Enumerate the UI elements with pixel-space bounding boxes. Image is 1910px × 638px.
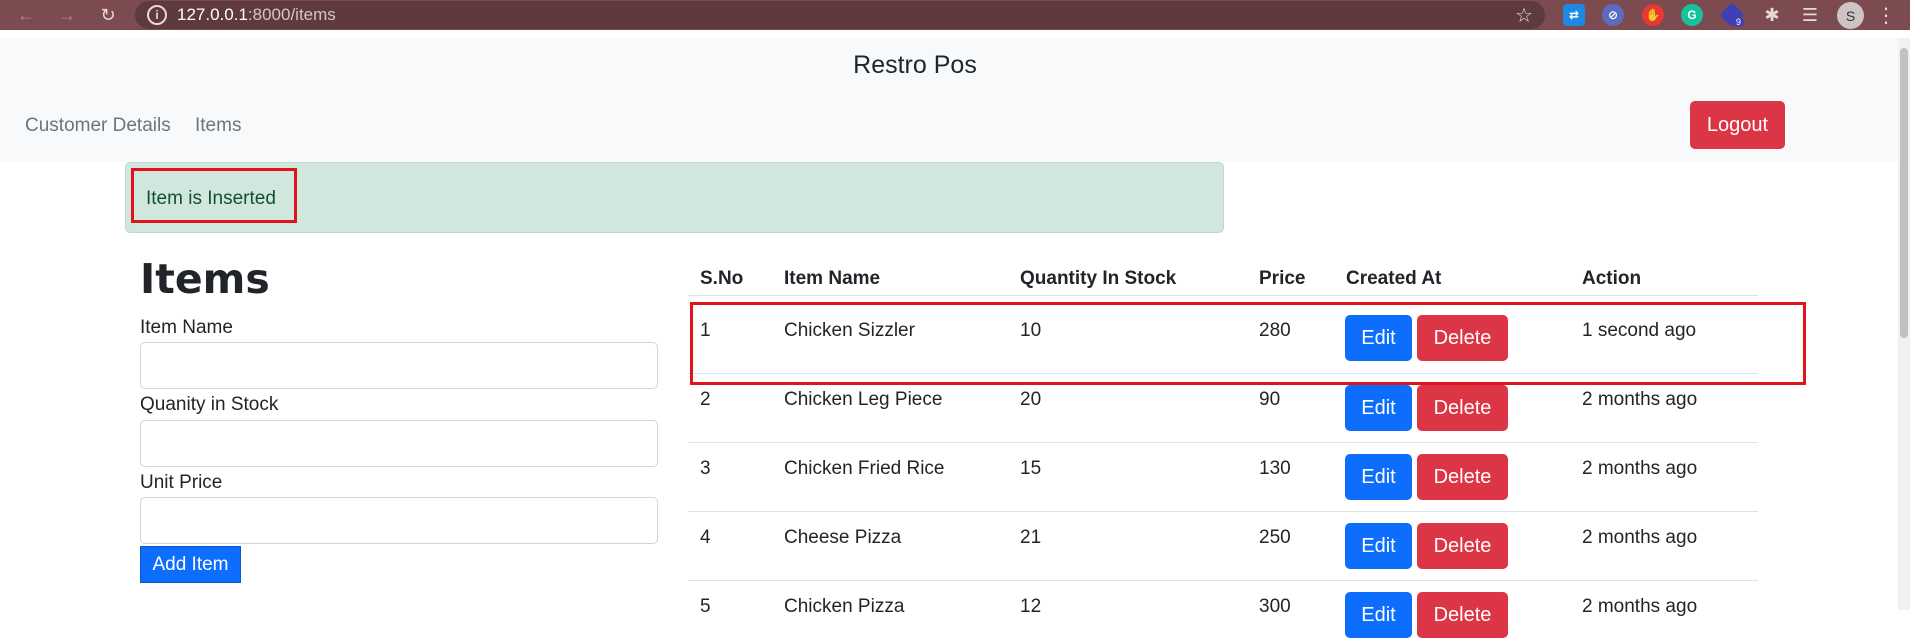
browser-toolbar: ← → ↻ i 127.0.0.1:8000/items ☆ ⇄ ⊘ ✋ G 9…	[0, 0, 1910, 30]
extension-translate-icon[interactable]: ⇄	[1563, 4, 1585, 26]
url-text[interactable]: 127.0.0.1:8000/items	[177, 5, 336, 25]
add-item-button[interactable]: Add Item	[140, 546, 241, 583]
delete-button[interactable]: Delete	[1417, 454, 1508, 500]
back-icon[interactable]: ←	[12, 1, 40, 29]
cell-sno: 2	[700, 389, 711, 410]
table-header-divider	[688, 295, 1758, 296]
nav-link-customer-details[interactable]: Customer Details	[25, 115, 171, 137]
header-sno: S.No	[700, 268, 744, 289]
logout-button[interactable]: Logout	[1690, 101, 1785, 149]
forward-icon[interactable]: →	[53, 1, 81, 29]
browser-menu-icon[interactable]: ⋮	[1876, 3, 1896, 28]
annotation-highlight-row	[690, 302, 1806, 385]
cell-created-at: 2 months ago	[1582, 527, 1698, 548]
header-item-name: Item Name	[784, 268, 881, 289]
cell-item-name: Chicken Fried Rice	[784, 458, 945, 479]
page-scrollbar[interactable]	[1898, 38, 1910, 610]
header-action: Action	[1582, 268, 1642, 289]
extension-stop-icon[interactable]: ✋	[1642, 4, 1664, 26]
cell-sno: 5	[700, 596, 711, 617]
cell-price: 130	[1259, 458, 1291, 479]
header-created-at: Created At	[1346, 268, 1442, 289]
site-info-icon[interactable]: i	[147, 5, 167, 25]
annotation-highlight-alert	[131, 168, 297, 223]
delete-button[interactable]: Delete	[1417, 592, 1508, 638]
cell-price: 250	[1259, 527, 1291, 548]
edit-button[interactable]: Edit	[1345, 454, 1412, 500]
cell-created-at: 2 months ago	[1582, 389, 1698, 410]
cell-item-name: Cheese Pizza	[784, 527, 902, 548]
unit-price-label: Unit Price	[140, 472, 223, 493]
item-name-input[interactable]	[140, 342, 658, 389]
cell-sno: 3	[700, 458, 711, 479]
extensions-puzzle-icon[interactable]: ✱	[1761, 4, 1783, 26]
extension-badge: 9	[1733, 17, 1745, 27]
header-quantity: Quantity In Stock	[1020, 268, 1177, 289]
cell-created-at: 2 months ago	[1582, 596, 1698, 617]
top-navbar: Restro Pos Customer Details Items Logout	[0, 38, 1898, 162]
cell-created-at: 2 months ago	[1582, 458, 1698, 479]
edit-button[interactable]: Edit	[1345, 523, 1412, 569]
edit-button[interactable]: Edit	[1345, 592, 1412, 638]
profile-avatar[interactable]: S	[1837, 2, 1864, 29]
item-name-label: Item Name	[140, 317, 233, 338]
header-price: Price	[1259, 268, 1306, 289]
cell-price: 90	[1259, 389, 1281, 410]
cell-price: 300	[1259, 596, 1291, 617]
cell-item-name: Chicken Pizza	[784, 596, 905, 617]
form-title: Items	[140, 255, 270, 303]
quantity-input[interactable]	[140, 420, 658, 467]
extension-block-icon[interactable]: ⊘	[1602, 4, 1624, 26]
address-bar[interactable]: i 127.0.0.1:8000/items ☆	[135, 1, 1545, 29]
brand-title[interactable]: Restro Pos	[0, 51, 1830, 80]
unit-price-input[interactable]	[140, 497, 658, 544]
scrollbar-thumb[interactable]	[1900, 48, 1908, 338]
delete-button[interactable]: Delete	[1417, 523, 1508, 569]
cell-item-name: Chicken Leg Piece	[784, 389, 943, 410]
cell-quantity: 20	[1020, 389, 1042, 410]
media-queue-icon[interactable]: ☰	[1799, 4, 1821, 26]
nav-link-items[interactable]: Items	[195, 115, 241, 137]
cell-quantity: 15	[1020, 458, 1042, 479]
reload-icon[interactable]: ↻	[94, 1, 122, 29]
quantity-label: Quanity in Stock	[140, 394, 279, 415]
row-divider	[688, 442, 1758, 443]
extension-grammarly-icon[interactable]: G	[1681, 4, 1703, 26]
bookmark-star-icon[interactable]: ☆	[1515, 3, 1533, 28]
row-divider	[688, 580, 1758, 581]
cell-quantity: 21	[1020, 527, 1042, 548]
row-divider	[688, 511, 1758, 512]
cell-quantity: 12	[1020, 596, 1042, 617]
edit-button[interactable]: Edit	[1345, 385, 1412, 431]
cell-sno: 4	[700, 527, 711, 548]
delete-button[interactable]: Delete	[1417, 385, 1508, 431]
